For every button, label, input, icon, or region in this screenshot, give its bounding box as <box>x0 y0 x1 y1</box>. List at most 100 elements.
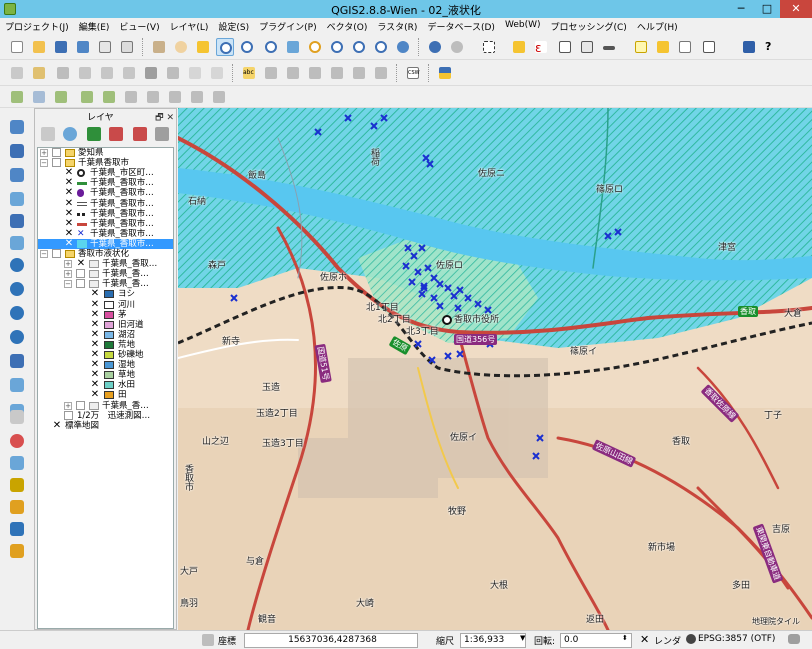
cut-features-icon[interactable] <box>164 64 182 82</box>
csw-icon[interactable]: CSW <box>404 64 422 82</box>
layer-visibility-checkbox[interactable]: ✕ <box>64 188 74 198</box>
touch-icon[interactable] <box>150 38 168 56</box>
add-feature-icon[interactable] <box>76 64 94 82</box>
pan-to-selection-icon[interactable] <box>194 38 212 56</box>
spatial-bookmark-icon[interactable] <box>8 408 26 426</box>
messages-icon[interactable] <box>788 634 800 644</box>
legend-checkbox[interactable]: ✕ <box>90 390 100 400</box>
pin-labels-icon[interactable] <box>262 64 280 82</box>
expand-toggle[interactable]: + <box>64 260 72 269</box>
layer-item[interactable]: − 千葉県香取市 <box>38 158 173 168</box>
new-project-icon[interactable] <box>8 38 26 56</box>
menu-database[interactable]: データベース(D) <box>422 18 500 34</box>
show-bookmarks-icon[interactable] <box>676 38 694 56</box>
legend-checkbox[interactable]: ✕ <box>90 289 100 299</box>
filter-legend-icon[interactable] <box>87 127 101 141</box>
layer-visibility-checkbox[interactable]: ✕ <box>64 198 74 209</box>
layer-item[interactable]: ✕ 千葉県_香取市… <box>38 218 173 229</box>
layer-visibility-checkbox[interactable] <box>76 279 85 289</box>
select-features-icon[interactable] <box>480 38 498 56</box>
measure-line-icon[interactable] <box>8 454 26 472</box>
virtual-layer-icon[interactable] <box>8 352 26 370</box>
delete-selected-icon[interactable] <box>142 64 160 82</box>
legend-item[interactable]: ✕ 湿地 <box>38 360 173 371</box>
python-console-icon[interactable] <box>436 64 454 82</box>
composer-manager-icon[interactable] <box>118 38 136 56</box>
coordinate-toggle-icon[interactable] <box>202 634 214 646</box>
legend-item[interactable]: ✕ 荒地 <box>38 339 173 350</box>
rotation-spin-icon[interactable]: ⬍ <box>622 634 628 642</box>
menu-processing[interactable]: プロセッシング(C) <box>546 18 632 34</box>
menu-edit[interactable]: 編集(E) <box>74 18 115 34</box>
reshape-icon[interactable] <box>8 498 26 516</box>
expand-toggle[interactable]: + <box>40 149 48 157</box>
layer-visibility-checkbox[interactable]: ✕ <box>64 238 74 249</box>
zoom-full-icon[interactable] <box>284 38 302 56</box>
merge-features-icon[interactable] <box>8 542 26 560</box>
layer-item[interactable]: + ✕ 千葉県_香取… <box>38 259 173 269</box>
raster-calc-icon[interactable] <box>8 376 26 394</box>
expand-toggle[interactable]: + <box>64 401 72 410</box>
coordinate-field[interactable]: 15637036,4287368 <box>244 633 418 648</box>
move-feature-icon[interactable] <box>98 64 116 82</box>
expand-toggle[interactable]: − <box>40 159 48 168</box>
label-toolbar-icon[interactable]: abc <box>240 64 258 82</box>
legend-item[interactable]: ✕ 茅 <box>38 309 173 320</box>
help-icon[interactable] <box>740 38 758 56</box>
expression-select-icon[interactable]: ε <box>532 38 550 56</box>
legend-item[interactable]: ✕ ヨシ <box>38 289 173 300</box>
map-tips-icon[interactable] <box>632 38 650 56</box>
measure-icon[interactable] <box>600 38 618 56</box>
layer-style-icon[interactable] <box>41 127 55 141</box>
save-edits-icon[interactable] <box>54 64 72 82</box>
legend-item[interactable]: ✕ 砂礫地 <box>38 350 173 361</box>
save-project-icon[interactable] <box>52 38 70 56</box>
menu-help[interactable]: ヘルプ(H) <box>632 18 683 34</box>
layer-item[interactable]: + 千葉県_香… <box>38 269 173 279</box>
collapse-all-icon[interactable] <box>133 127 147 141</box>
field-calculator-icon[interactable] <box>578 38 596 56</box>
menu-project[interactable]: プロジェクト(J) <box>0 18 74 34</box>
menu-plugins[interactable]: プラグイン(P) <box>254 18 321 34</box>
print-composer-icon[interactable] <box>96 38 114 56</box>
layer-item[interactable]: ✕ ✕ 千葉県_香取市… <box>38 228 173 239</box>
legend-item[interactable]: ✕ 水田 <box>38 380 173 391</box>
remove-layer-icon[interactable] <box>155 127 169 141</box>
add-layer-icon[interactable] <box>8 142 26 160</box>
legend-checkbox[interactable]: ✕ <box>90 299 100 310</box>
scale-field[interactable]: 1:36,933 <box>460 633 526 648</box>
layer-item[interactable]: + 愛知県 <box>38 148 173 158</box>
gps-icon[interactable] <box>8 328 26 346</box>
close-button[interactable]: ✕ <box>780 0 812 18</box>
zoom-out-icon[interactable] <box>238 38 256 56</box>
layer-item[interactable]: ✕ 千葉県_市区町… <box>38 168 173 179</box>
add-wfs-layer-icon[interactable] <box>8 304 26 322</box>
move-label-icon[interactable] <box>306 64 324 82</box>
layer-visibility-checkbox[interactable] <box>52 158 61 168</box>
legend-item[interactable]: ✕ 湖沼 <box>38 329 173 340</box>
zoom-selection-icon[interactable] <box>306 38 324 56</box>
toggle-editing-icon[interactable] <box>30 64 48 82</box>
highlight-labels-icon[interactable] <box>284 64 302 82</box>
layer-item[interactable]: − 香取市液状化 <box>38 249 173 259</box>
open-project-icon[interactable] <box>30 38 48 56</box>
layer-tree[interactable]: + 愛知県 − 千葉県香取市 ✕ 千葉県_市区町… ✕ 千葉県_香取市… ✕ 千葉県_香取市… ✕ 千… <box>37 147 174 629</box>
change-label-icon[interactable] <box>350 64 368 82</box>
menu-layer[interactable]: レイヤ(L) <box>165 18 214 34</box>
layer-visibility-checkbox[interactable] <box>64 410 73 420</box>
expand-toggle[interactable]: − <box>40 250 48 258</box>
rotate-label-icon[interactable] <box>328 64 346 82</box>
add-wms-icon[interactable] <box>144 88 162 106</box>
layer-item[interactable]: ✕ 千葉県_香取市… <box>38 208 173 219</box>
layer-item[interactable]: + 千葉県_香… <box>38 400 173 411</box>
add-oracle-icon[interactable] <box>122 88 140 106</box>
crs-globe-icon[interactable] <box>686 634 696 644</box>
layer-visibility-checkbox[interactable] <box>52 249 61 258</box>
legend-item[interactable]: ✕ 旧河道 <box>38 319 173 330</box>
render-checkbox[interactable]: ✕ <box>640 634 651 645</box>
new-shapefile-icon[interactable] <box>8 166 26 184</box>
zoom-last-icon[interactable] <box>350 38 368 56</box>
refresh-icon[interactable] <box>394 38 412 56</box>
copy-features-icon[interactable] <box>186 64 204 82</box>
add-wcs-layer-icon[interactable] <box>8 280 26 298</box>
